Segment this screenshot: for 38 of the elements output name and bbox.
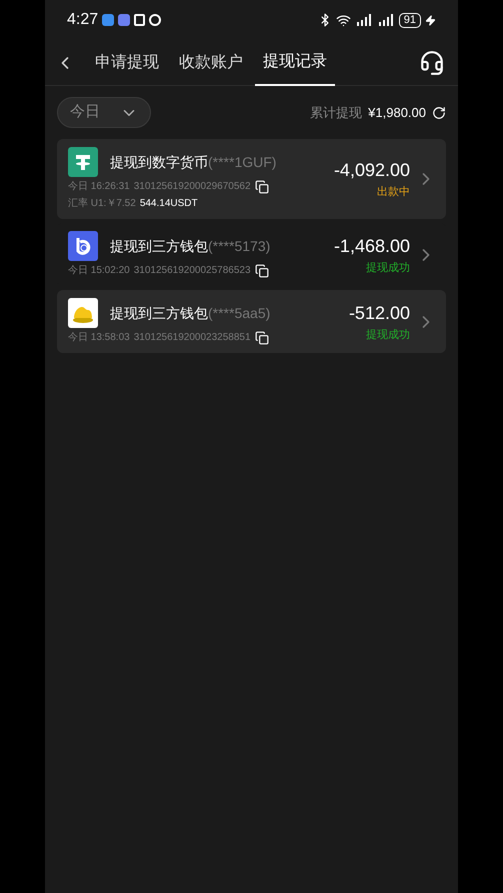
record-time: 今日 15:02:20 bbox=[68, 264, 130, 278]
tab[interactable]: 收款账户 bbox=[171, 40, 251, 86]
record-amount: -512.00 bbox=[348, 302, 410, 325]
record-title: 提现到三方钱包(****5173) bbox=[110, 236, 270, 256]
wallet-logo-icon bbox=[68, 231, 98, 261]
copy-icon[interactable] bbox=[254, 264, 269, 278]
tab[interactable]: 申请提现 bbox=[87, 40, 167, 86]
record-status: 提现成功 bbox=[366, 328, 410, 343]
signal-icon bbox=[376, 14, 395, 26]
tether-logo-icon bbox=[68, 147, 98, 177]
copy-icon[interactable] bbox=[254, 330, 269, 344]
record-amount: -1,468.00 bbox=[334, 234, 410, 258]
record-amount: -4,092.00 bbox=[334, 159, 410, 182]
signal-icon bbox=[354, 14, 373, 26]
charging-icon bbox=[425, 14, 436, 26]
record-time: 今日 13:58:03 bbox=[68, 331, 130, 345]
record-title: 提现到三方钱包(****5aa5) bbox=[110, 304, 270, 323]
record-time: 今日 16:26:31 bbox=[68, 180, 130, 194]
record-title: 提现到数字货币(****1GUF) bbox=[110, 152, 276, 172]
record-status: 提现成功 bbox=[366, 260, 410, 276]
record-status: 出款中 bbox=[377, 185, 410, 200]
battery-level: 91 bbox=[398, 12, 421, 28]
order-number: 310125619200025786523 bbox=[134, 264, 251, 278]
exchange-rate: 汇率 U1:￥7.52 bbox=[68, 196, 136, 211]
refresh-icon[interactable] bbox=[432, 106, 446, 120]
order-number: 310125619200029670562 bbox=[134, 180, 251, 194]
copy-icon[interactable] bbox=[254, 180, 269, 194]
withdrawal-record-card[interactable]: 提现到数字货币(****1GUF) 今日 16:26:31 310125619200029670562 汇率 U1:￥7.52 544.14USDT -4,092.00 出款中 bbox=[57, 139, 446, 219]
usdt-amount: 544.14USDT bbox=[140, 197, 198, 211]
ingot-logo-icon bbox=[68, 298, 98, 328]
date-filter-dropdown[interactable]: 今日 bbox=[57, 97, 151, 128]
status-time: 4:27 bbox=[67, 10, 98, 30]
wifi-icon bbox=[336, 12, 351, 28]
total-withdrawal-amount: ¥1,980.00 bbox=[368, 104, 426, 122]
withdrawal-record-card[interactable]: 提现到三方钱包(****5aa5) 今日 13:58:03 310125619200023258851 -512.00 提现成功 bbox=[57, 290, 446, 353]
total-withdrawal-label: 累计提现 bbox=[310, 104, 362, 122]
order-number: 310125619200023258851 bbox=[134, 331, 251, 345]
tab[interactable]: 提现记录 bbox=[255, 40, 335, 86]
